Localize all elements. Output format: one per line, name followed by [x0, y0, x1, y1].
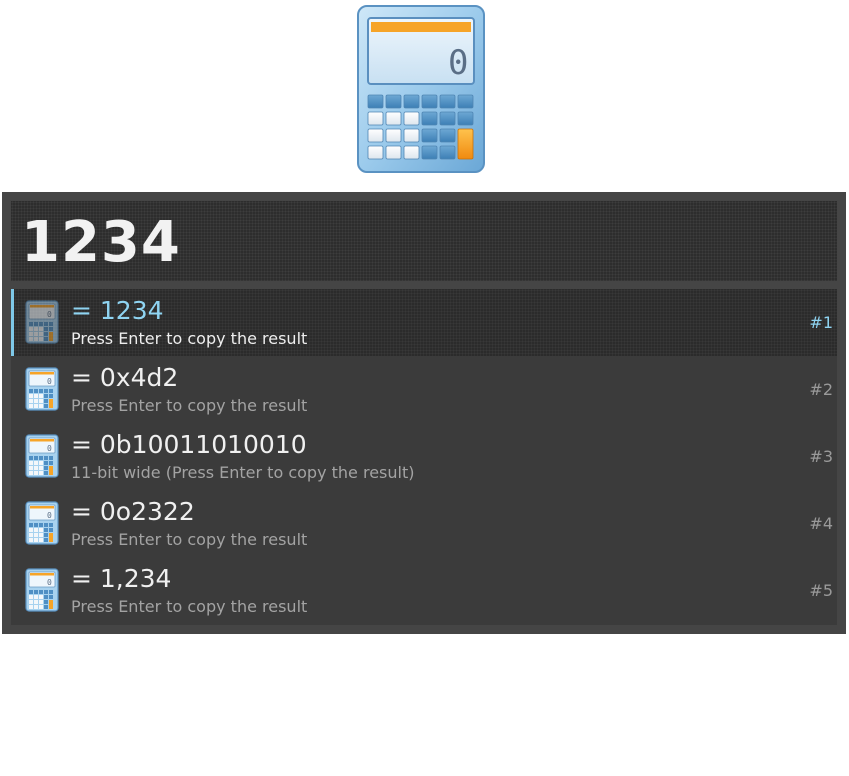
calculator-key [367, 145, 384, 160]
query-input[interactable]: 1234 [11, 201, 837, 281]
result-item[interactable]: 0 = 0o2322 Press Enter to copy the result… [11, 490, 837, 557]
calculator-key [457, 111, 474, 126]
calculator-key [403, 94, 420, 109]
svg-text:0: 0 [448, 43, 468, 83]
launcher-window: 1234 0 = 1234 Press Enter to copy the res… [2, 192, 846, 634]
svg-text:0: 0 [47, 377, 52, 386]
result-subtitle: Press Enter to copy the result [71, 329, 308, 348]
calculator-key [385, 94, 402, 109]
calculator-key [421, 145, 438, 160]
result-subtitle: Press Enter to copy the result [71, 530, 308, 549]
result-hotkey: #1 [809, 313, 833, 332]
calculator-icon: 0 [25, 434, 59, 478]
results-list: 0 = 1234 Press Enter to copy the result #1… [11, 289, 837, 625]
result-hotkey: #4 [809, 514, 833, 533]
result-subtitle: 11-bit wide (Press Enter to copy the res… [71, 463, 415, 482]
calculator-key [403, 111, 420, 126]
result-item[interactable]: 0 = 1,234 Press Enter to copy the result #… [11, 557, 837, 624]
calculator-app-icon: 0 [356, 4, 486, 176]
result-subtitle: Press Enter to copy the result [71, 396, 308, 415]
calculator-key [403, 145, 420, 160]
calculator-key [421, 128, 438, 143]
result-hotkey: #2 [809, 380, 833, 399]
result-title: = 0o2322 [71, 497, 195, 526]
result-item[interactable]: 0 = 1234 Press Enter to copy the result #1 [11, 289, 837, 356]
calculator-key [439, 145, 456, 160]
calculator-key [367, 128, 384, 143]
result-hotkey: #5 [809, 581, 833, 600]
calculator-icon: 0 [25, 367, 59, 411]
calculator-key [367, 94, 384, 109]
calculator-key [367, 111, 384, 126]
result-item[interactable]: 0 = 0b10011010010 11-bit wide (Press Ente… [11, 423, 837, 490]
result-title: = 1234 [71, 296, 164, 325]
calculator-key [385, 128, 402, 143]
query-text: 1234 [21, 210, 181, 275]
calculator-key [439, 94, 456, 109]
result-title: = 0x4d2 [71, 363, 179, 392]
calculator-key [421, 94, 438, 109]
calculator-icon: 0 [25, 300, 59, 344]
calculator-key [385, 145, 402, 160]
svg-text:0: 0 [47, 444, 52, 453]
result-item[interactable]: 0 = 0x4d2 Press Enter to copy the result #… [11, 356, 837, 423]
calculator-key [439, 128, 456, 143]
result-title: = 0b10011010010 [71, 430, 307, 459]
svg-text:0: 0 [47, 578, 52, 587]
calculator-icon: 0 [357, 5, 485, 173]
calculator-key [421, 111, 438, 126]
result-subtitle: Press Enter to copy the result [71, 597, 308, 616]
calculator-key [403, 128, 420, 143]
calculator-icon: 0 [25, 568, 59, 612]
calculator-key [385, 111, 402, 126]
result-hotkey: #3 [809, 447, 833, 466]
calculator-equals-key [457, 128, 474, 160]
calculator-key [439, 111, 456, 126]
svg-text:0: 0 [47, 511, 52, 520]
result-title: = 1,234 [71, 564, 172, 593]
calculator-key [457, 94, 474, 109]
svg-text:0: 0 [47, 310, 52, 319]
calculator-icon: 0 [25, 501, 59, 545]
